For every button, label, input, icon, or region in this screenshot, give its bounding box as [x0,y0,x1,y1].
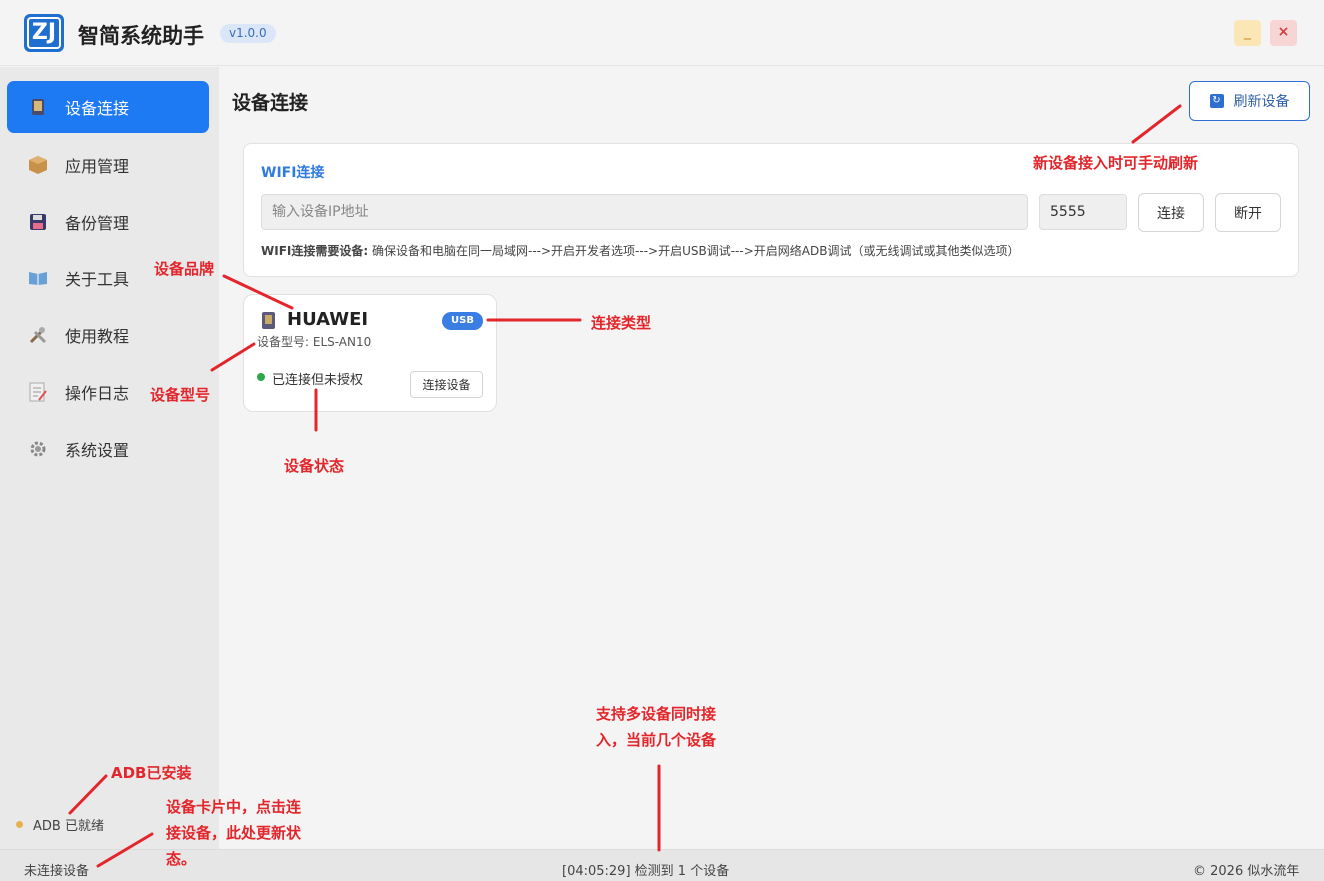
sidebar-item-settings[interactable]: 系统设置 [7,423,209,475]
sidebar-item-tutorial[interactable]: 使用教程 [7,309,209,361]
wifi-disconnect-button[interactable]: 断开 [1215,193,1281,232]
annotation-brand: 设备品牌 [154,260,215,278]
connect-device-button[interactable]: 连接设备 [410,371,483,398]
refresh-label: 刷新设备 [1233,94,1290,110]
wifi-title: WIFI连接 [261,165,325,181]
sidebar-item-label: 应用管理 [65,157,130,176]
wifi-hint-text: 确保设备和电脑在同一局域网--->开启开发者选项--->开启USB调试--->开… [372,244,1020,258]
title-bar: ZJ 智简系统助手 v1.0.0 _ × [0,0,1324,66]
wifi-hint: WIFI连接需要设备: 确保设备和电脑在同一局域网--->开启开发者选项--->… [261,242,1019,259]
annotation-refresh: 新设备接入时可手动刷新 [1033,154,1199,172]
app-logo: ZJ [24,14,64,52]
floppy-icon [27,211,49,233]
status-dot-icon [16,821,23,828]
annotation-model: 设备型号 [150,386,211,404]
sidebar-item-backup[interactable]: 备份管理 [7,196,209,248]
sidebar-item-device-connect[interactable]: 设备连接 [7,81,209,133]
app-title: 智简系统助手 [78,24,204,48]
refresh-devices-button[interactable]: ↻ 刷新设备 [1189,81,1310,121]
connection-type-badge: USB [442,312,483,330]
wifi-hint-label: WIFI连接需要设备: [261,244,369,258]
connection-status: 未连接设备 [24,864,90,879]
sidebar-item-label: 操作日志 [65,384,130,403]
device-model: 设备型号: ELS-AN10 [257,335,372,349]
sidebar-item-label: 使用教程 [65,327,130,346]
adb-status-label: ADB 已就绪 [33,819,104,834]
sidebar-item-label: 设备连接 [65,99,130,118]
port-input[interactable] [1039,194,1127,230]
device-brand: HUAWEI [287,309,369,330]
memo-icon [27,381,49,403]
version-badge: v1.0.0 [220,24,276,43]
phone-icon [262,312,275,329]
gear-icon [27,438,49,460]
wifi-connect-button[interactable]: 连接 [1138,193,1204,232]
annotation-multi: 支持多设备同时接入，当前几个设备 [596,705,717,749]
package-icon [27,154,49,176]
detection-log: [04:05:29] 检测到 1 个设备 [562,864,730,879]
minimize-button[interactable]: _ [1234,20,1261,46]
sidebar-item-label: 系统设置 [65,441,130,460]
book-icon [27,267,49,289]
annotation-status: 设备状态 [284,457,345,475]
copyright: © 2026 似水流年 [1193,864,1300,879]
sidebar-item-label: 关于工具 [65,270,130,289]
page-title: 设备连接 [232,92,309,114]
close-button[interactable]: × [1270,20,1297,46]
device-status: 已连接但未授权 [272,373,364,388]
device-status-dot-icon [257,373,265,381]
sidebar-item-app-manage[interactable]: 应用管理 [7,139,209,191]
tablet-icon [27,96,49,118]
annotation-card: 设备卡片中，点击连接设备，此处更新状态。 [166,798,302,868]
annotation-adb: ADB已安装 [111,764,192,782]
ip-address-input[interactable] [261,194,1028,230]
annotation-conn-type: 连接类型 [591,314,652,332]
sidebar-item-label: 备份管理 [65,214,130,233]
tools-icon [27,324,49,346]
adb-status: ADB 已就绪 [16,815,104,834]
refresh-icon: ↻ [1209,94,1224,108]
